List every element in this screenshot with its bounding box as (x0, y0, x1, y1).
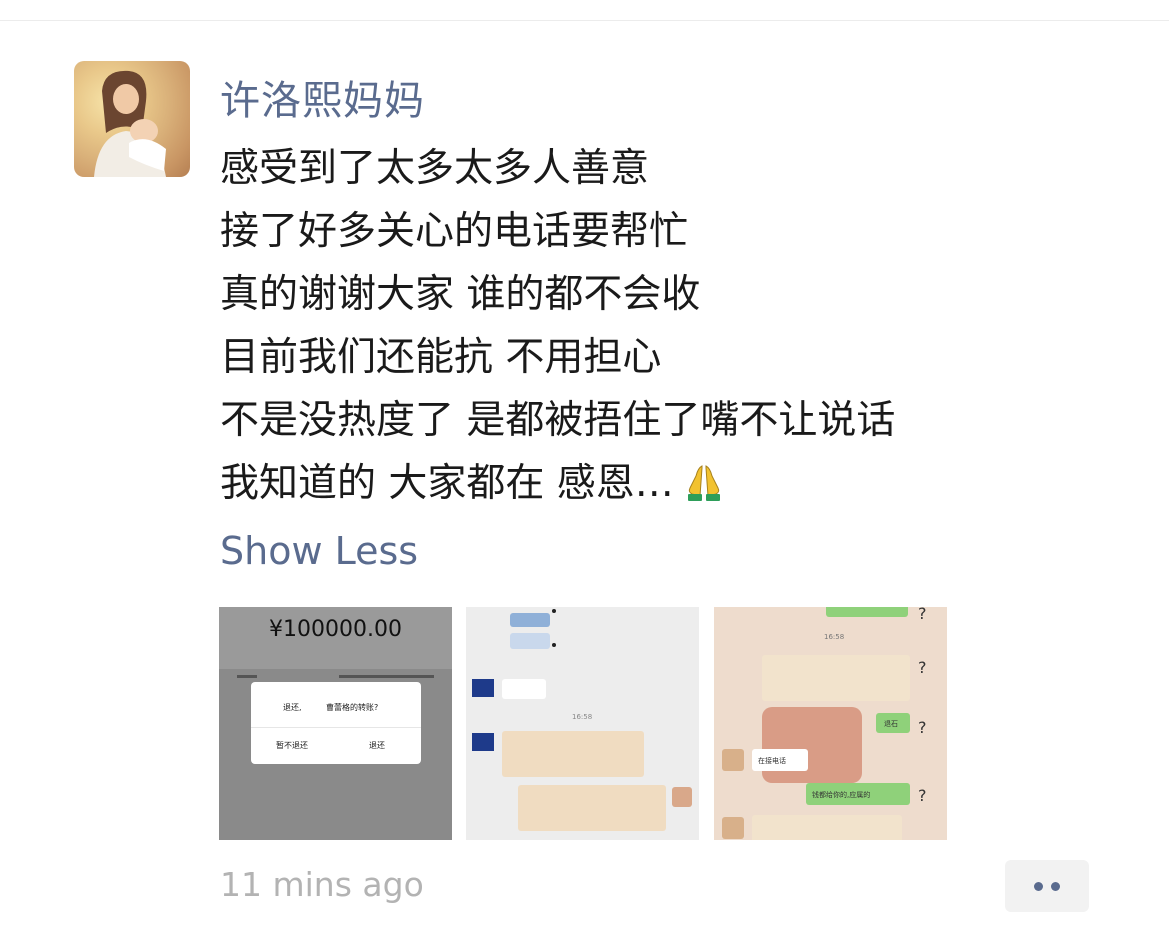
image2-transfer-card (502, 731, 644, 777)
svg-text:?: ? (918, 718, 927, 737)
post-image-2[interactable]: 16:58 (466, 607, 699, 840)
dialog-subtitle: 曹蕾格的转账? (326, 703, 379, 712)
more-dot-icon (1034, 882, 1043, 891)
image2-emoji-bubble (502, 679, 546, 699)
image1-dialog: 退还, 曹蕾格的转账? 暂不退还 退还 (251, 682, 421, 764)
image2-transfer-card (518, 785, 666, 831)
image3-avatar (722, 749, 744, 771)
image2-dot (552, 643, 556, 647)
more-actions-button[interactable] (1005, 860, 1089, 912)
image2-blue-bubble (510, 633, 550, 649)
dialog-divider (251, 727, 421, 728)
author-name[interactable]: 许洛熙妈妈 (220, 68, 425, 126)
image3-phone-label: 在接电话 (758, 757, 786, 765)
image2-dot (552, 609, 556, 613)
post-image-1[interactable]: ¥100000.00 退还, 曹蕾格的转账? 暂不退还 退还 (219, 607, 452, 840)
image3-contact-icons: ? ? ? ? (918, 607, 927, 805)
post-line: 目前我们还能抗 不用担心 (220, 335, 662, 380)
image1-text-stub (237, 675, 257, 678)
image3-green-bubble (826, 607, 908, 617)
image3-avatar (722, 817, 744, 839)
svg-text:?: ? (918, 786, 927, 805)
post-line: 感受到了太多太多人善意 (220, 146, 650, 191)
image3-photo-card (762, 707, 862, 783)
post-text: 感受到了太多太多人善意 接了好多关心的电话要帮忙 真的谢谢大家 谁的都不会收 目… (220, 137, 895, 515)
image3-transfer-card (752, 815, 902, 840)
image3-time-stub: 16:58 (824, 633, 845, 641)
image2-blue-bubble (510, 613, 550, 627)
image2-avatar (672, 787, 692, 807)
post-timestamp: 11 mins ago (220, 865, 424, 904)
folded-hands-icon (687, 465, 720, 501)
post-line: 不是没热度了 是都被捂住了嘴不让说话 (220, 398, 896, 443)
post-line: 真的谢谢大家 谁的都不会收 (220, 272, 701, 317)
image1-text-stub (339, 675, 434, 678)
top-divider (0, 20, 1169, 21)
more-dot-icon (1051, 882, 1060, 891)
image3-green-label: 钱都给你的,应属的 (812, 791, 871, 799)
image2-avatar (472, 733, 494, 751)
post-line-last: 我知道的 大家都在 感恩… (220, 452, 895, 515)
svg-text:?: ? (918, 658, 927, 677)
svg-text:?: ? (918, 607, 927, 623)
show-less-link[interactable]: Show Less (220, 529, 418, 573)
image3-green-label: 退石 (884, 720, 898, 728)
image2-avatar (472, 679, 494, 697)
avatar[interactable] (74, 61, 190, 177)
dialog-title: 退还, (283, 703, 302, 712)
dialog-return-button: 退还 (369, 741, 385, 750)
image2-time: 16:58 (572, 713, 593, 721)
dialog-decline-button: 暂不退还 (276, 741, 308, 750)
post-line: 接了好多关心的电话要帮忙 (220, 209, 689, 254)
post-line: 我知道的 大家都在 感恩… (220, 461, 674, 506)
post-image-3[interactable]: 16:58 退石 在接电话 钱都给你的,应属的 ? ? ? ? (714, 607, 947, 840)
image1-amount: ¥100000.00 (269, 617, 402, 642)
image3-transfer-card (762, 655, 910, 701)
avatar-image (94, 70, 166, 177)
